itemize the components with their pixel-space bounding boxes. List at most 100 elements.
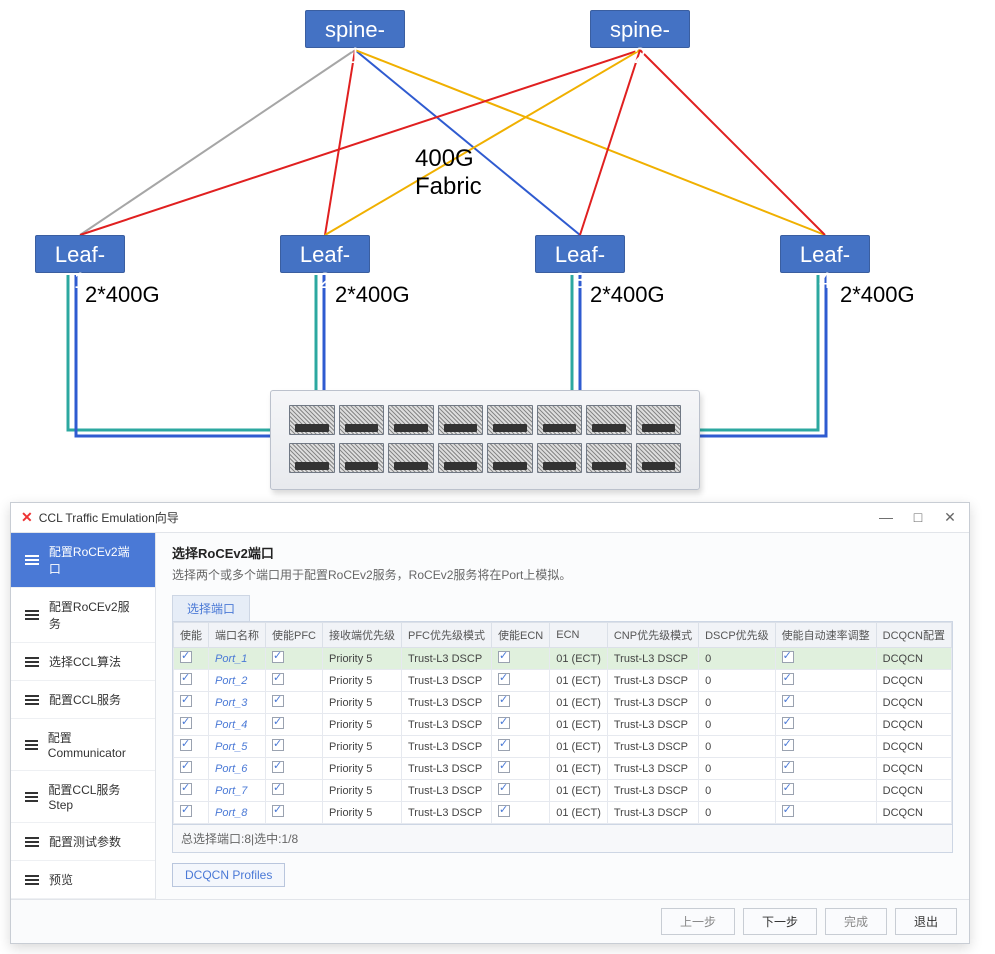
sidebar-item-label: 配置CCL服务 [49,691,121,708]
tab-select-ports[interactable]: 选择端口 [172,595,250,621]
sidebar-item-label: 预览 [49,871,73,888]
checkbox-icon[interactable] [782,739,794,751]
grid-col-0[interactable]: 使能 [174,623,209,648]
table-row[interactable]: Port_6Priority 5Trust-L3 DSCP01 (ECT)Tru… [174,758,952,780]
wizard-main-panel: 选择RoCEv2端口 选择两个或多个端口用于配置RoCEv2服务，RoCEv2服… [156,533,969,899]
grid-col-10[interactable]: DCQCN配置 [876,623,951,648]
sidebar-item-5[interactable]: 配置CCL服务Step [11,771,155,823]
checkbox-icon[interactable] [180,783,192,795]
grid-col-1[interactable]: 端口名称 [209,623,266,648]
exit-button[interactable]: 退出 [895,908,957,935]
checkbox-icon[interactable] [782,651,794,663]
checkbox-icon[interactable] [180,695,192,707]
grid-col-8[interactable]: DSCP优先级 [699,623,776,648]
appliance-port-row-2 [289,443,681,473]
grid-status-text: 总选择端口:8|选中:1/8 [172,825,953,853]
checkbox-icon[interactable] [498,761,510,773]
sidebar-item-4[interactable]: 配置Communicator [11,719,155,771]
dcqcn-profiles-button[interactable]: DCQCN Profiles [172,863,285,887]
window-maximize-icon[interactable]: □ [909,509,927,526]
panel-subtitle: 选择两个或多个端口用于配置RoCEv2服务，RoCEv2服务将在Port上模拟。 [172,566,953,583]
checkbox-icon[interactable] [498,717,510,729]
window-close-icon[interactable]: ✕ [941,509,959,526]
checkbox-icon[interactable] [498,739,510,751]
sidebar-item-0[interactable]: 配置RoCEv2端口 [11,533,155,588]
sidebar-item-label: 配置测试参数 [49,833,121,850]
checkbox-icon[interactable] [782,673,794,685]
bw-label-leaf-2: 2*400G [335,282,410,308]
table-row[interactable]: Port_8Priority 5Trust-L3 DSCP01 (ECT)Tru… [174,802,952,824]
network-topology-diagram: spine-1 spine-2 400G Fabric Leaf-1 Leaf-… [10,10,985,490]
menu-icon [25,555,39,565]
checkbox-icon[interactable] [180,673,192,685]
grid-col-6[interactable]: ECN [550,623,608,648]
checkbox-icon[interactable] [272,695,284,707]
menu-icon [25,792,38,802]
fabric-word: Fabric [415,173,482,201]
table-row[interactable]: Port_2Priority 5Trust-L3 DSCP01 (ECT)Tru… [174,670,952,692]
panel-title: 选择RoCEv2端口 [172,543,953,562]
node-spine-2: spine-2 [590,10,690,48]
checkbox-icon[interactable] [498,651,510,663]
next-button[interactable]: 下一步 [743,908,817,935]
checkbox-icon[interactable] [272,673,284,685]
checkbox-icon[interactable] [782,761,794,773]
finish-button[interactable]: 完成 [825,908,887,935]
table-row[interactable]: Port_1Priority 5Trust-L3 DSCP01 (ECT)Tru… [174,648,952,670]
ccl-wizard-dialog: ✕ CCL Traffic Emulation向导 — □ ✕ 配置RoCEv2… [10,502,970,944]
checkbox-icon[interactable] [180,761,192,773]
sidebar-item-1[interactable]: 配置RoCEv2服务 [11,588,155,643]
sidebar-item-label: 选择CCL算法 [49,653,121,670]
grid-col-4[interactable]: PFC优先级模式 [402,623,492,648]
menu-icon [25,657,39,667]
wizard-sidebar: 配置RoCEv2端口配置RoCEv2服务选择CCL算法配置CCL服务配置Comm… [11,533,156,899]
checkbox-icon[interactable] [782,805,794,817]
checkbox-icon[interactable] [272,651,284,663]
checkbox-icon[interactable] [180,805,192,817]
bw-label-leaf-3: 2*400G [590,282,665,308]
bw-label-leaf-1: 2*400G [85,282,160,308]
checkbox-icon[interactable] [498,673,510,685]
checkbox-icon[interactable] [180,739,192,751]
checkbox-icon[interactable] [498,805,510,817]
table-row[interactable]: Port_3Priority 5Trust-L3 DSCP01 (ECT)Tru… [174,692,952,714]
checkbox-icon[interactable] [272,761,284,773]
fabric-speed: 400G [415,145,482,173]
fabric-label: 400G Fabric [415,145,482,200]
window-minimize-icon[interactable]: — [877,509,895,526]
ports-grid[interactable]: 使能端口名称使能PFC接收端优先级PFC优先级模式使能ECNECNCNP优先级模… [172,621,953,825]
sidebar-item-6[interactable]: 配置测试参数 [11,823,155,861]
node-leaf-1: Leaf-1 [35,235,125,273]
checkbox-icon[interactable] [782,717,794,729]
checkbox-icon[interactable] [498,695,510,707]
checkbox-icon[interactable] [180,651,192,663]
table-row[interactable]: Port_4Priority 5Trust-L3 DSCP01 (ECT)Tru… [174,714,952,736]
table-row[interactable]: Port_7Priority 5Trust-L3 DSCP01 (ECT)Tru… [174,780,952,802]
appliance-port-row-1 [289,405,681,435]
grid-col-3[interactable]: 接收端优先级 [323,623,402,648]
menu-icon [25,837,39,847]
checkbox-icon[interactable] [782,783,794,795]
sidebar-item-3[interactable]: 配置CCL服务 [11,681,155,719]
grid-col-5[interactable]: 使能ECN [492,623,550,648]
checkbox-icon[interactable] [180,717,192,729]
dialog-footer: 上一步 下一步 完成 退出 [11,899,969,943]
sidebar-item-2[interactable]: 选择CCL算法 [11,643,155,681]
sidebar-item-label: 配置Communicator [48,729,141,760]
checkbox-icon[interactable] [498,783,510,795]
prev-button[interactable]: 上一步 [661,908,735,935]
sidebar-item-7[interactable]: 预览 [11,861,155,899]
menu-icon [25,740,38,750]
grid-col-9[interactable]: 使能自动速率调整 [775,623,876,648]
checkbox-icon[interactable] [272,783,284,795]
dialog-title: CCL Traffic Emulation向导 [39,509,179,526]
checkbox-icon[interactable] [782,695,794,707]
grid-col-2[interactable]: 使能PFC [266,623,323,648]
checkbox-icon[interactable] [272,717,284,729]
grid-col-7[interactable]: CNP优先级模式 [607,623,698,648]
node-leaf-2: Leaf-2 [280,235,370,273]
checkbox-icon[interactable] [272,805,284,817]
dialog-titlebar[interactable]: ✕ CCL Traffic Emulation向导 — □ ✕ [11,503,969,533]
table-row[interactable]: Port_5Priority 5Trust-L3 DSCP01 (ECT)Tru… [174,736,952,758]
checkbox-icon[interactable] [272,739,284,751]
